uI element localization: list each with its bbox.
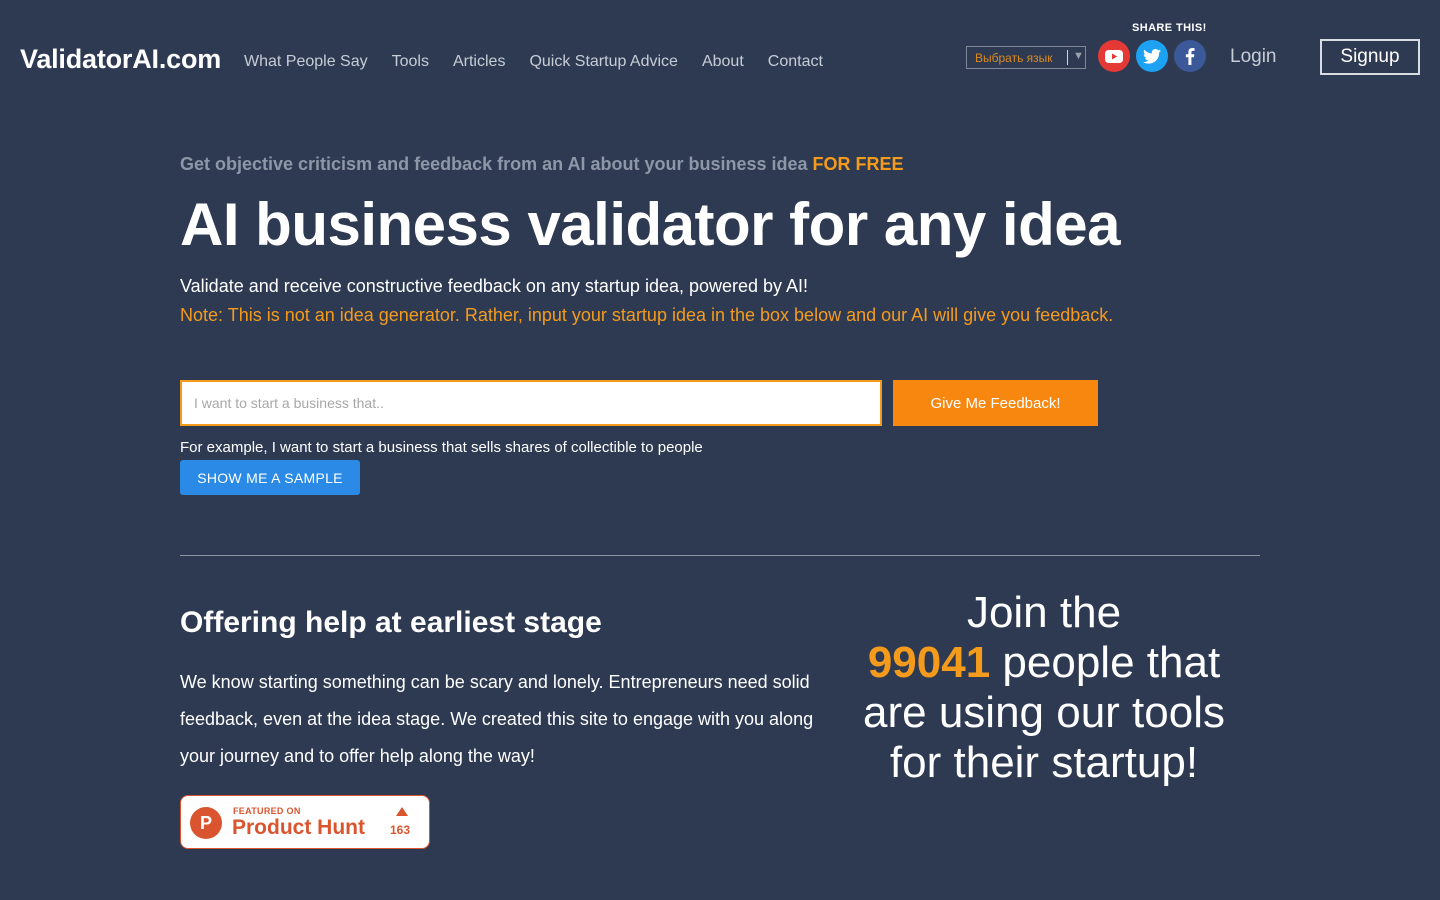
example-text: For example, I want to start a business … — [180, 439, 703, 456]
product-hunt-badge[interactable]: P FEATURED ON Product Hunt 163 — [180, 795, 430, 849]
product-hunt-upvote-count: 163 — [390, 823, 411, 837]
section-divider — [180, 555, 1260, 556]
facebook-icon[interactable] — [1174, 40, 1206, 72]
section-title: Offering help at earliest stage — [180, 606, 602, 639]
nav-contact[interactable]: Contact — [768, 53, 823, 71]
language-select-divider — [1067, 50, 1068, 65]
nav-articles[interactable]: Articles — [453, 53, 505, 71]
site-header: ValidatorAI.com What People Say Tools Ar… — [0, 0, 1440, 110]
product-hunt-logo-icon: P — [190, 807, 222, 839]
share-label: SHARE THIS! — [1132, 22, 1207, 34]
idea-input[interactable] — [180, 380, 882, 426]
hero-eyebrow-text: Get objective criticism and feedback fro… — [180, 154, 808, 174]
product-hunt-name: Product Hunt — [232, 816, 365, 839]
nav-about[interactable]: About — [702, 53, 744, 71]
brand-logo[interactable]: ValidatorAI.com — [20, 44, 221, 75]
nav-tools[interactable]: Tools — [392, 53, 429, 71]
dropdown-arrow-icon: ▼ — [1073, 50, 1084, 62]
nav-quick-startup-advice[interactable]: Quick Startup Advice — [529, 53, 678, 71]
page-title: AI business validator for any idea — [180, 191, 1120, 258]
language-select[interactable]: Выбрать язык ▼ — [966, 46, 1086, 69]
main-nav: What People Say Tools Articles Quick Sta… — [244, 53, 847, 71]
join-prefix: Join the — [966, 588, 1122, 637]
signup-button[interactable]: Signup — [1320, 39, 1420, 75]
product-hunt-featured-label: FEATURED ON — [233, 806, 301, 816]
give-feedback-button[interactable]: Give Me Feedback! — [893, 380, 1098, 426]
hero-note: Note: This is not an idea generator. Rat… — [180, 305, 1114, 325]
hero-eyebrow: Get objective criticism and feedback fro… — [180, 154, 904, 175]
nav-what-people-say[interactable]: What People Say — [244, 53, 368, 71]
upvote-arrow-icon — [396, 807, 408, 816]
youtube-icon[interactable] — [1098, 40, 1130, 72]
user-count: 99041 — [867, 638, 991, 687]
section-body: We know starting something can be scary … — [180, 672, 814, 766]
login-link[interactable]: Login — [1230, 46, 1277, 68]
hero-subtitle: Validate and receive constructive feedba… — [180, 276, 809, 296]
twitter-icon[interactable] — [1136, 40, 1168, 72]
show-sample-button[interactable]: SHOW ME A SAMPLE — [180, 460, 360, 495]
language-select-label: Выбрать язык — [975, 50, 1053, 65]
hero-eyebrow-highlight: FOR FREE — [812, 154, 904, 174]
join-counter: Join the 99041 people that are using our… — [844, 588, 1244, 788]
